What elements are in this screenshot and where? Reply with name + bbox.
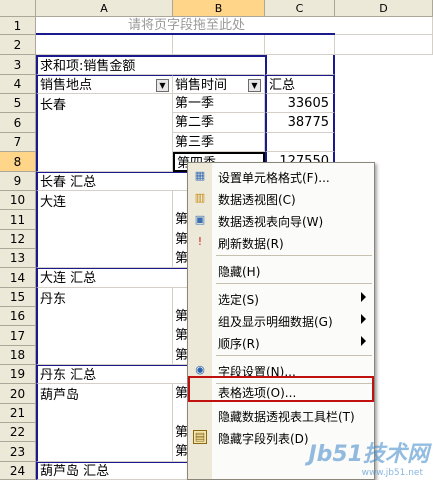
value-cell[interactable]: 38775 xyxy=(265,113,335,133)
cell[interactable] xyxy=(335,35,433,55)
menu-item-label: 数据透视表向导(W) xyxy=(218,215,324,229)
row-header[interactable]: 20 xyxy=(0,384,36,404)
row-header[interactable]: 14 xyxy=(0,268,36,288)
field-list-icon: ▤ xyxy=(193,430,207,444)
menu-item-hide[interactable]: 隐藏(H) xyxy=(188,259,374,281)
menu-item-select[interactable]: 选定(S) xyxy=(188,287,374,309)
row-header[interactable]: 3 xyxy=(0,55,36,75)
row-header[interactable]: 5 xyxy=(0,94,36,113)
quarter-cell-partial: 第 xyxy=(175,232,187,247)
pivot-context-menu: ▦ 设置单元格格式(F)... ▥ 数据透视图(C) ▣ 数据透视表向导(W) … xyxy=(187,162,375,480)
menu-separator xyxy=(216,355,372,356)
chevron-down-icon[interactable]: ▼ xyxy=(248,79,261,92)
cell[interactable] xyxy=(265,55,335,75)
column-header-a[interactable]: A xyxy=(36,0,173,17)
row-field-header-time[interactable]: 销售时间 ▼ xyxy=(173,75,265,94)
menu-item-label: 数据透视图(C) xyxy=(218,193,296,207)
location-header-label: 销售地点 xyxy=(40,78,93,93)
field-settings-icon: ◉ xyxy=(195,363,205,376)
menu-item-pivot-chart[interactable]: ▥ 数据透视图(C) xyxy=(188,187,374,209)
quarter-cell-partial: 第 xyxy=(175,328,187,343)
submenu-arrow-icon xyxy=(361,292,366,302)
select-all-corner[interactable] xyxy=(0,0,36,17)
row-header[interactable]: 18 xyxy=(0,346,36,365)
cell[interactable] xyxy=(173,35,265,55)
time-header-label: 销售时间 xyxy=(175,78,228,93)
cell[interactable] xyxy=(36,35,173,55)
submenu-arrow-icon xyxy=(361,314,366,324)
menu-item-pivot-wizard[interactable]: ▣ 数据透视表向导(W) xyxy=(188,209,374,231)
row-header[interactable]: 1 xyxy=(0,17,36,35)
row-header[interactable]: 23 xyxy=(0,442,36,462)
row-header[interactable]: 12 xyxy=(0,230,36,249)
city-cell-changchun[interactable]: 长春 xyxy=(36,94,173,172)
quarter-cell-partial: 第 xyxy=(175,348,187,363)
row-header[interactable]: 15 xyxy=(0,288,36,307)
menu-item-refresh-data[interactable]: ! 刷新数据(R) xyxy=(188,231,374,253)
row-header[interactable]: 4 xyxy=(0,75,36,94)
quarter-cell-partial: 第 xyxy=(175,386,187,401)
row-header[interactable]: 11 xyxy=(0,210,36,230)
cell[interactable] xyxy=(335,17,433,35)
menu-item-label: 组及显示明细数据(G) xyxy=(218,315,333,329)
menu-item-table-options[interactable]: 表格选项(O)... xyxy=(188,376,374,402)
page-field-drop-zone[interactable]: 请将页字段拖至此处 xyxy=(36,17,335,35)
total-header[interactable]: 汇总 xyxy=(265,75,335,94)
row-header[interactable]: 17 xyxy=(0,326,36,346)
menu-item-order[interactable]: 顺序(R) xyxy=(188,331,374,353)
quarter-cell-partial: 第 xyxy=(175,212,187,227)
menu-item-label: 顺序(R) xyxy=(218,337,260,351)
column-header-d[interactable]: D xyxy=(335,0,433,17)
row-header[interactable]: 19 xyxy=(0,365,36,384)
pivot-wizard-icon: ▣ xyxy=(194,213,206,226)
quarter-cell[interactable]: 第三季 xyxy=(173,133,265,152)
row-header[interactable]: 8 xyxy=(0,152,36,172)
row-header[interactable]: 22 xyxy=(0,423,36,442)
menu-item-label: 隐藏字段列表(D) xyxy=(218,432,309,446)
quarter-cell[interactable]: 第二季 xyxy=(173,113,265,133)
column-header-b[interactable]: B xyxy=(173,0,265,17)
city-cell-dandong[interactable]: 丹东 xyxy=(36,288,173,365)
row-header[interactable]: 2 xyxy=(0,35,36,55)
pivot-data-title[interactable]: 求和项:销售金额 xyxy=(36,55,265,75)
menu-item-format-cells[interactable]: ▦ 设置单元格格式(F)... xyxy=(188,165,374,187)
menu-item-group-detail[interactable]: 组及显示明细数据(G) xyxy=(188,309,374,331)
city-cell-huludao[interactable]: 葫芦岛 xyxy=(36,384,173,462)
row-field-header-location[interactable]: 销售地点 ▼ xyxy=(36,75,173,94)
city-cell-dalian[interactable]: 大连 xyxy=(36,191,173,268)
column-header-c[interactable]: C xyxy=(265,0,335,17)
refresh-data-icon: ! xyxy=(197,235,203,248)
menu-item-label: 选定(S) xyxy=(218,293,259,307)
quarter-cell-partial: 第 xyxy=(175,251,187,266)
quarter-cell-partial: 第 xyxy=(175,444,187,459)
menu-separator xyxy=(216,255,372,256)
row-header[interactable]: 10 xyxy=(0,191,36,210)
menu-item-label: 刷新数据(R) xyxy=(218,237,284,251)
format-cells-icon: ▦ xyxy=(194,169,206,182)
row-header[interactable]: 7 xyxy=(0,133,36,152)
row-header[interactable]: 24 xyxy=(0,462,36,480)
value-cell[interactable] xyxy=(265,133,335,152)
quarter-cell-partial: 第 xyxy=(175,425,187,440)
watermark-url: www.jb51.net xyxy=(361,468,423,478)
cell[interactable] xyxy=(265,35,335,55)
menu-item-label: 隐藏(H) xyxy=(218,265,261,279)
pivot-chart-icon: ▥ xyxy=(194,191,206,204)
chevron-down-icon[interactable]: ▼ xyxy=(156,79,169,92)
menu-separator xyxy=(216,283,372,284)
row-header[interactable]: 21 xyxy=(0,404,36,423)
value-cell[interactable]: 33605 xyxy=(265,94,335,113)
menu-item-hide-pivot-toolbar[interactable]: 隐藏数据透视表工具栏(T) xyxy=(188,404,374,426)
row-header[interactable]: 13 xyxy=(0,249,36,268)
quarter-cell[interactable]: 第一季 xyxy=(173,94,265,113)
submenu-arrow-icon xyxy=(361,336,366,346)
row-header[interactable]: 16 xyxy=(0,307,36,326)
menu-item-label: 表格选项(O)... xyxy=(218,386,297,400)
menu-item-label: 隐藏数据透视表工具栏(T) xyxy=(218,410,355,424)
row-header[interactable]: 9 xyxy=(0,172,36,191)
menu-item-label: 设置单元格格式(F)... xyxy=(218,171,330,185)
row-header[interactable]: 6 xyxy=(0,113,36,133)
watermark-logo: Jb51技术网 xyxy=(308,442,429,467)
quarter-cell-partial: 第 xyxy=(175,309,187,324)
